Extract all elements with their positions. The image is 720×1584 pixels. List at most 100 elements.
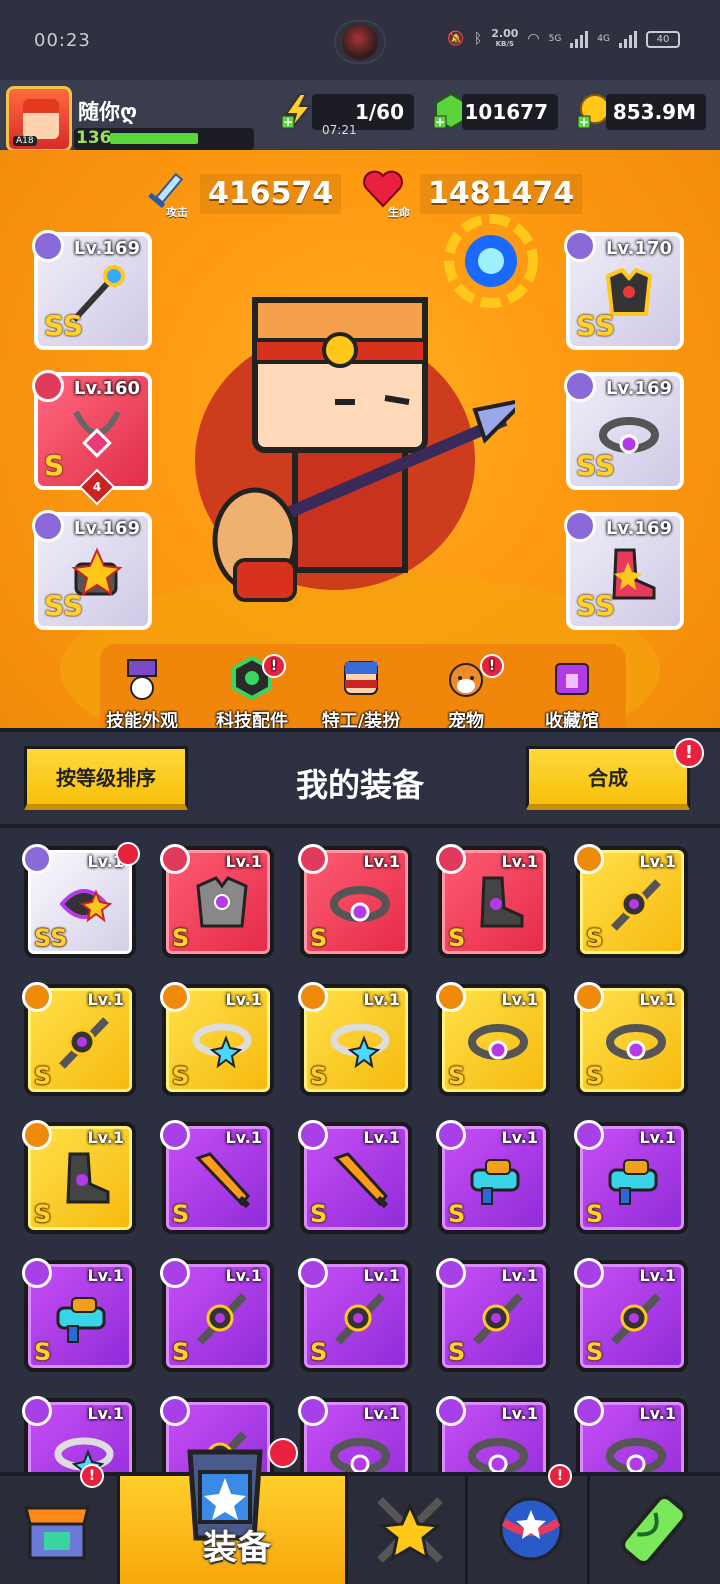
slot-level: Lv.169 [605,518,672,539]
inventory-item[interactable]: Lv.1 S [436,1120,550,1234]
equip-slot-weapon[interactable]: Lv.169 SS [32,230,152,350]
menu-agent-outfit[interactable]: 特工/装扮 [306,656,416,733]
inventory-item[interactable]: Lv.1 [298,1396,412,1472]
equipment-icon [66,1152,110,1204]
slot-level: Lv.160 [73,378,140,399]
armor-alert-icon [268,1438,298,1468]
attack-value: 416574 [200,174,342,214]
inventory-item[interactable]: Lv.1 SS [22,842,140,958]
inventory-item[interactable]: Lv.1 S [574,982,688,1096]
inventory-item[interactable]: Lv.1 S [160,1258,274,1372]
hp-label: 生命 [388,206,410,219]
inventory-item[interactable]: Lv.1 S [160,1120,274,1234]
inventory-item[interactable]: Lv.1 S [22,982,136,1096]
inventory-item[interactable]: Lv.1 S [22,1258,136,1372]
item-level: Lv.1 [363,1404,400,1423]
belt-type-icon [564,370,596,402]
nav-events[interactable]: ! [470,1464,590,1584]
item-type-icon [22,1258,52,1288]
sort-by-level-button[interactable]: 按等级排序 [24,746,188,810]
inventory-item[interactable]: Lv.1 S [298,982,412,1096]
menu-pets[interactable]: 宠物 ! [418,654,514,733]
slot-grade: SS [44,309,84,342]
inventory-item[interactable]: Lv.1 [22,1396,136,1472]
equip-slot-boots[interactable]: Lv.169 SS [564,510,684,630]
item-type-icon [22,1396,52,1426]
equipment-icon [606,1024,666,1060]
alert-badge: ! [548,1464,572,1488]
inventory-item[interactable]: Lv.1 S [298,1120,412,1234]
item-grade: S [34,1200,52,1228]
item-type-icon [22,982,52,1012]
gold-counter: 853.9M [606,94,706,130]
item-type-icon [436,1120,466,1150]
energy-timer: 07:21 [322,123,357,137]
equipment-icon [56,1297,106,1343]
inventory-title: 我的装备 [295,766,424,804]
alert-badge: ! [480,654,504,678]
item-grade: S [172,924,190,952]
inventory-item[interactable]: Lv.1 S [22,1120,136,1234]
network-speed: 2.00 KB/S [491,27,519,48]
item-type-icon [436,1396,466,1426]
slot-grade: SS [576,309,616,342]
item-level: Lv.1 [87,1266,124,1285]
menu-tech-parts[interactable]: 科技配件 ! [204,654,300,733]
equipment-icon [59,1017,109,1069]
status-time: 00:23 [34,30,91,51]
item-type-icon [298,1396,328,1426]
new-item-badge [116,842,140,866]
inventory-item[interactable]: Lv.1 S [298,844,412,958]
nav-skills[interactable] [348,1476,468,1584]
svg-text:+: + [579,115,589,129]
inventory-item[interactable]: Lv.1 S [298,1258,412,1372]
item-level: Lv.1 [87,1128,124,1147]
inventory-item[interactable]: Lv.1 S [574,844,688,958]
menu-collection[interactable]: 收藏馆 [524,656,620,733]
equipment-icon [608,1159,658,1205]
item-grade: S [172,1062,190,1090]
item-level: Lv.1 [639,1266,676,1285]
equip-slot-armor[interactable]: Lv.170 SS [564,230,684,350]
nav-shop[interactable]: ! [0,1464,120,1584]
player-level-bar: 136 [74,128,254,150]
equipment-icon [330,886,390,922]
equipment-icon [197,1293,247,1345]
equip-slot-gloves[interactable]: Lv.169 SS [32,510,152,630]
item-type-icon [298,1258,328,1288]
item-grade: S [310,1338,328,1366]
equipment-icon [468,1438,528,1472]
inventory-item[interactable]: Lv.1 S [436,844,550,958]
player-level: 136 [76,128,112,148]
inventory-item[interactable]: Lv.1 S [574,1258,688,1372]
equipment-icon [473,1293,523,1345]
player-avatar[interactable]: A18 [6,86,72,152]
equip-slot-necklace[interactable]: Lv.160 S 4 [32,370,152,506]
equipment-icon [470,1159,520,1205]
inventory-item[interactable]: Lv.1 [574,1396,688,1472]
equip-slot-belt[interactable]: Lv.169 SS [564,370,684,490]
item-type-icon [160,844,190,874]
energy-orb-icon [444,214,538,308]
merge-button[interactable]: 合成 [526,746,690,810]
equipment-icon [54,1437,114,1472]
signal-icon-2 [619,30,637,48]
inventory-item[interactable]: Lv.1 S [436,982,550,1096]
battery-icon: 40 [646,30,680,48]
weapon-type-icon [32,230,64,262]
menu-skill-skins[interactable]: 技能外观 [94,656,190,733]
item-level: Lv.1 [639,1128,676,1147]
mute-icon: 🔕 [447,31,465,47]
inventory-item[interactable]: Lv.1 S [160,982,274,1096]
nav-evolution[interactable] [592,1476,720,1584]
signal-icon [570,30,589,48]
slot-level: Lv.169 [73,238,140,259]
item-type-icon [574,844,604,874]
inventory-item[interactable]: Lv.1 [436,1396,550,1472]
hero-character[interactable] [185,290,515,620]
item-type-icon [160,1120,190,1150]
inventory-item[interactable]: Lv.1 S [436,1258,550,1372]
item-type-icon [22,844,52,874]
inventory-item[interactable]: Lv.1 S [574,1120,688,1234]
inventory-item[interactable]: Lv.1 S [160,844,274,958]
